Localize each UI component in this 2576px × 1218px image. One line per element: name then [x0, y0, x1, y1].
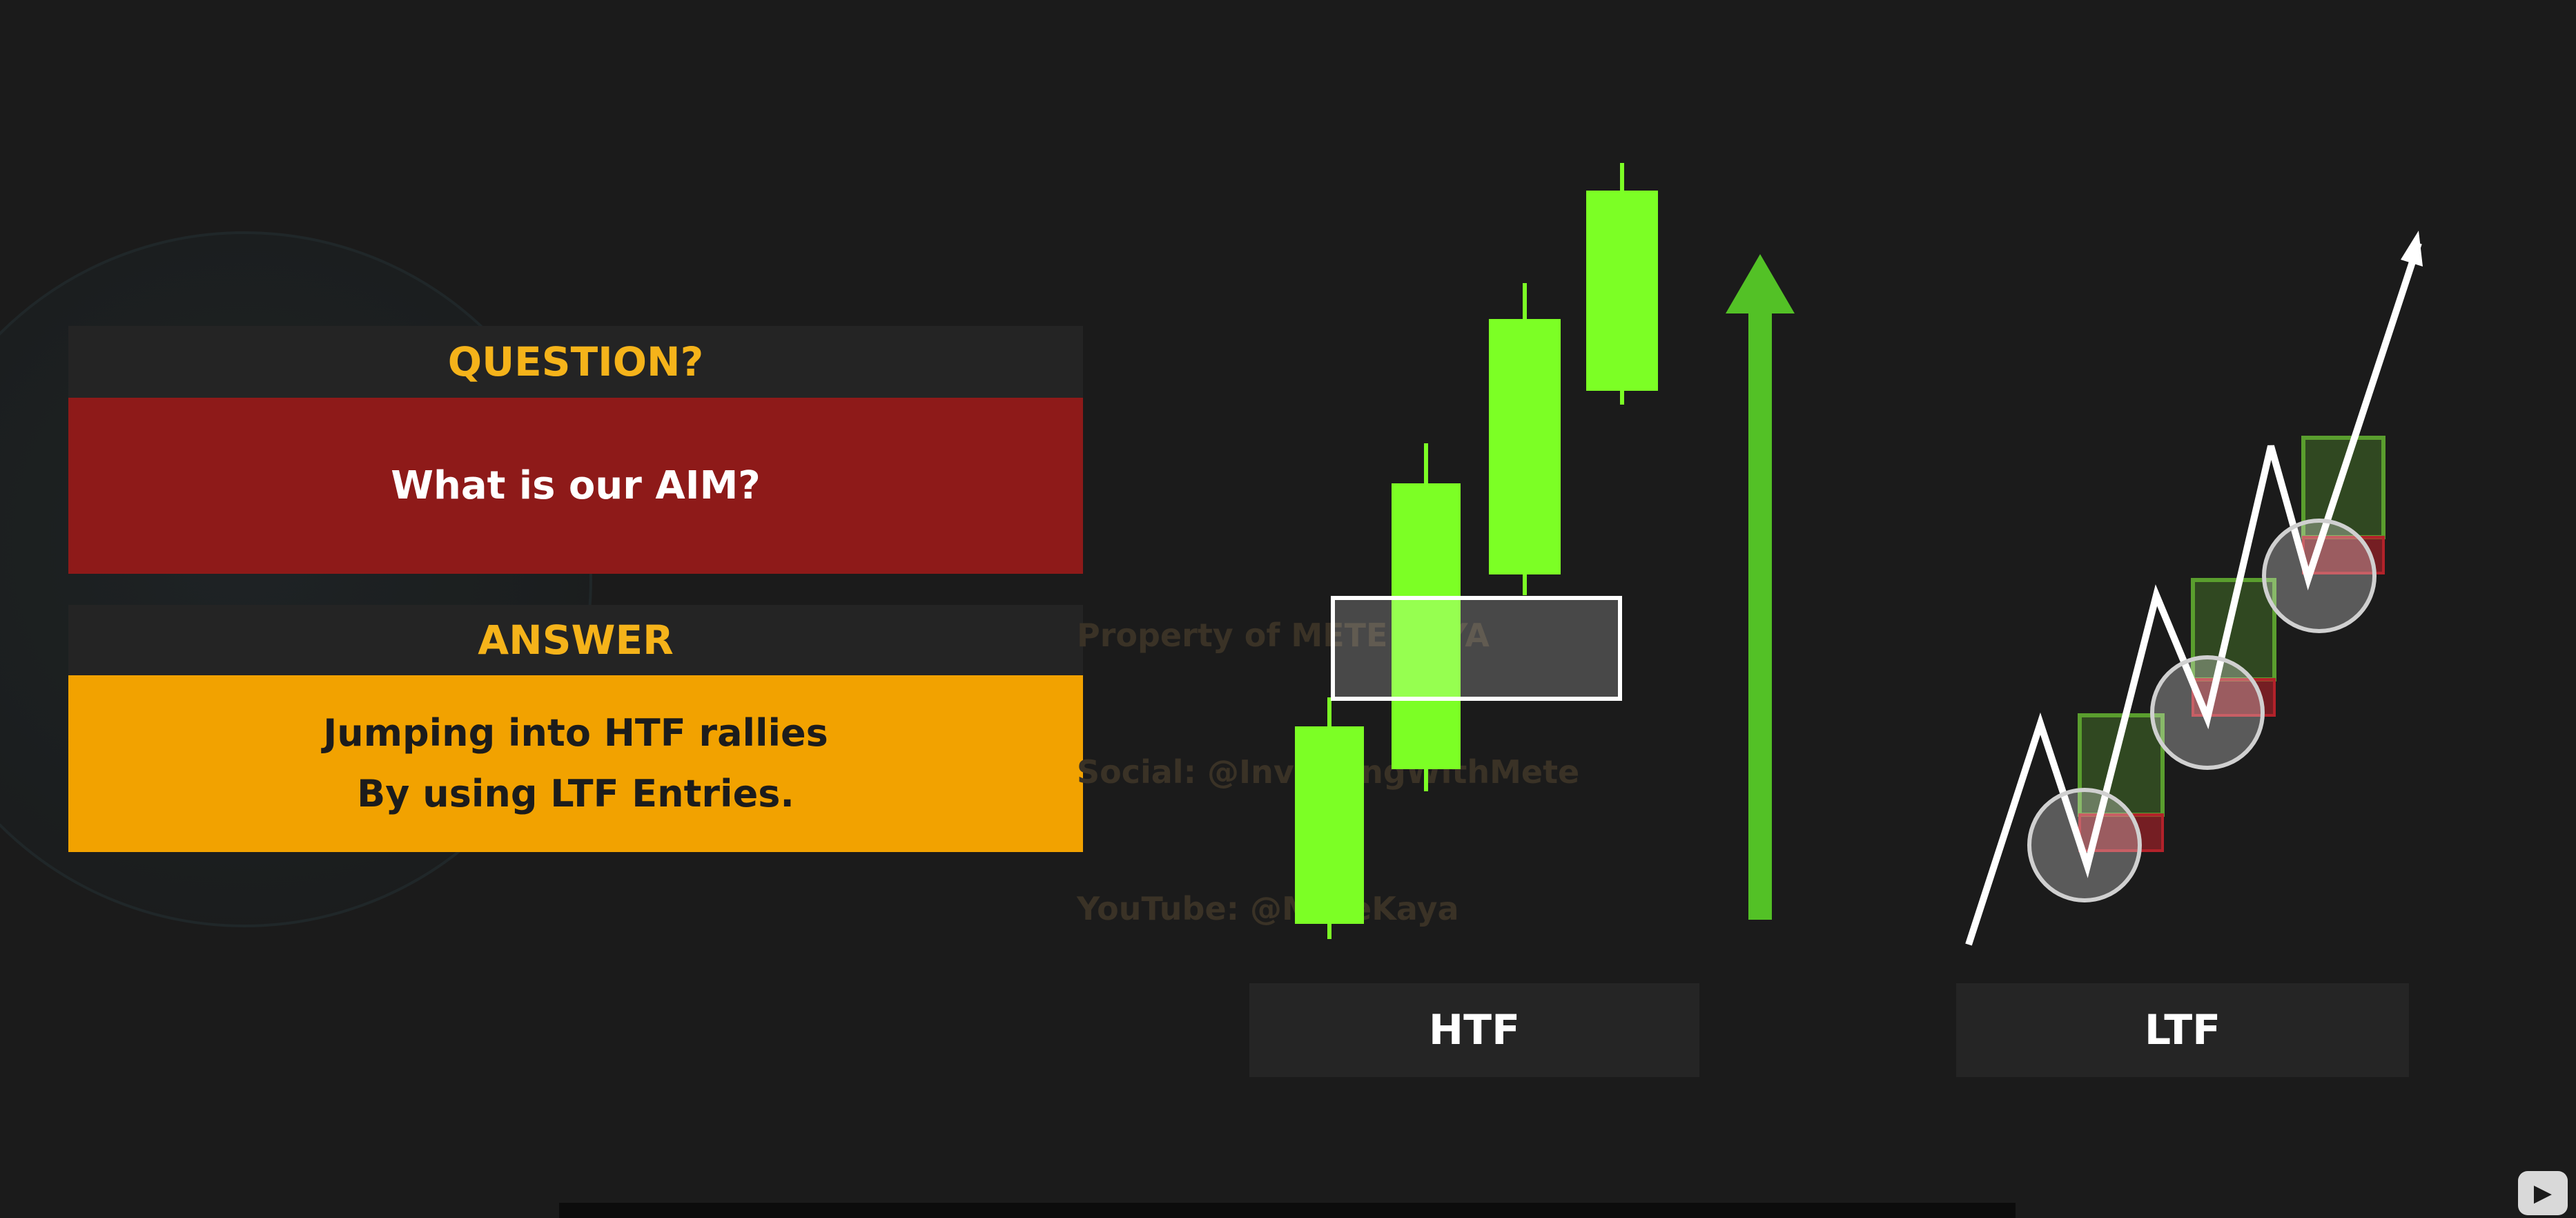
- entry-circle-1: [2027, 788, 2142, 902]
- ltf-arrow-head-icon: [2401, 231, 2423, 267]
- slide: QUESTION? What is our AIM? ANSWER Jumpin…: [0, 0, 2576, 1218]
- candle-1: [1295, 697, 1364, 939]
- ltf-label: LTF: [1956, 983, 2409, 1077]
- ltf-label-text: LTF: [2144, 1006, 2221, 1054]
- play-icon[interactable]: ▶: [2518, 1171, 2568, 1215]
- entry-circle-3: [2262, 519, 2377, 633]
- up-arrow-icon: [1726, 254, 1795, 920]
- htf-label: HTF: [1249, 983, 1699, 1077]
- htf-zone-box: [1331, 596, 1622, 701]
- bottom-strip: [559, 1203, 2016, 1218]
- htf-label-text: HTF: [1428, 1006, 1521, 1054]
- htf-candles: [1295, 163, 1658, 939]
- ltf-demand-zones: [2078, 436, 2385, 852]
- candle-4: [1586, 163, 1658, 405]
- entry-circle-2: [2150, 655, 2265, 770]
- candle-3: [1489, 283, 1561, 595]
- ltf-entry-markers: [2027, 519, 2377, 902]
